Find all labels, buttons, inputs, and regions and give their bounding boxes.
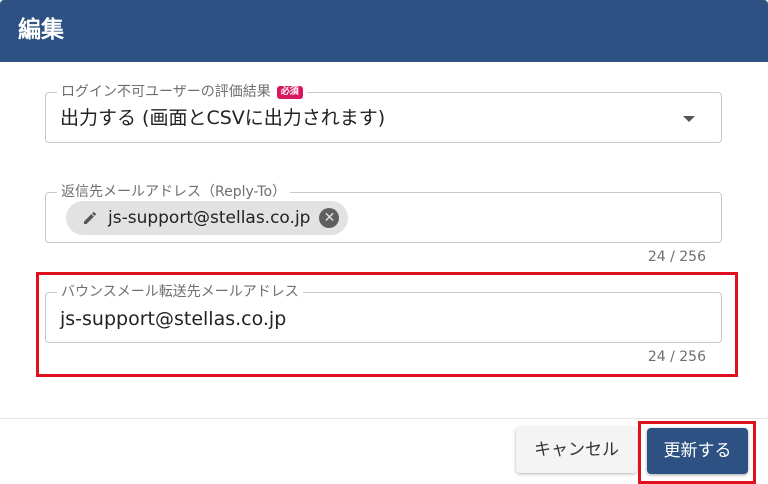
reply-to-field[interactable]: 返信先メールアドレス（Reply-To） js-support@stellas.… (45, 183, 722, 243)
pencil-icon (84, 211, 97, 224)
login-disabled-eval-label-text: ログイン不可ユーザーの評価結果 (61, 84, 271, 100)
reply-to-label: 返信先メールアドレス（Reply-To） (57, 183, 291, 201)
highlight-box-update-button (638, 421, 756, 484)
reply-to-chip-text: js-support@stellas.co.jp (108, 208, 311, 228)
login-disabled-eval-select[interactable]: ログイン不可ユーザーの評価結果 必須 出力する (画面とCSVに出力されます) (45, 83, 722, 143)
chip-remove-icon[interactable]: ✕ (319, 208, 340, 228)
dialog-header: 編集 (0, 0, 768, 62)
required-badge: 必須 (276, 86, 303, 99)
dropdown-arrow-icon[interactable] (683, 116, 695, 122)
dialog-title: 編集 (18, 17, 64, 43)
reply-to-email-chip[interactable]: js-support@stellas.co.jp ✕ (66, 201, 349, 235)
cancel-button[interactable]: キャンセル (516, 427, 637, 473)
login-disabled-eval-value: 出力する (画面とCSVに出力されます) (60, 107, 386, 129)
reply-to-char-counter: 24 / 256 (647, 249, 706, 265)
footer-divider (0, 418, 768, 419)
login-disabled-eval-label: ログイン不可ユーザーの評価結果 必須 (57, 83, 307, 101)
highlight-box-bounce-field (36, 272, 738, 377)
